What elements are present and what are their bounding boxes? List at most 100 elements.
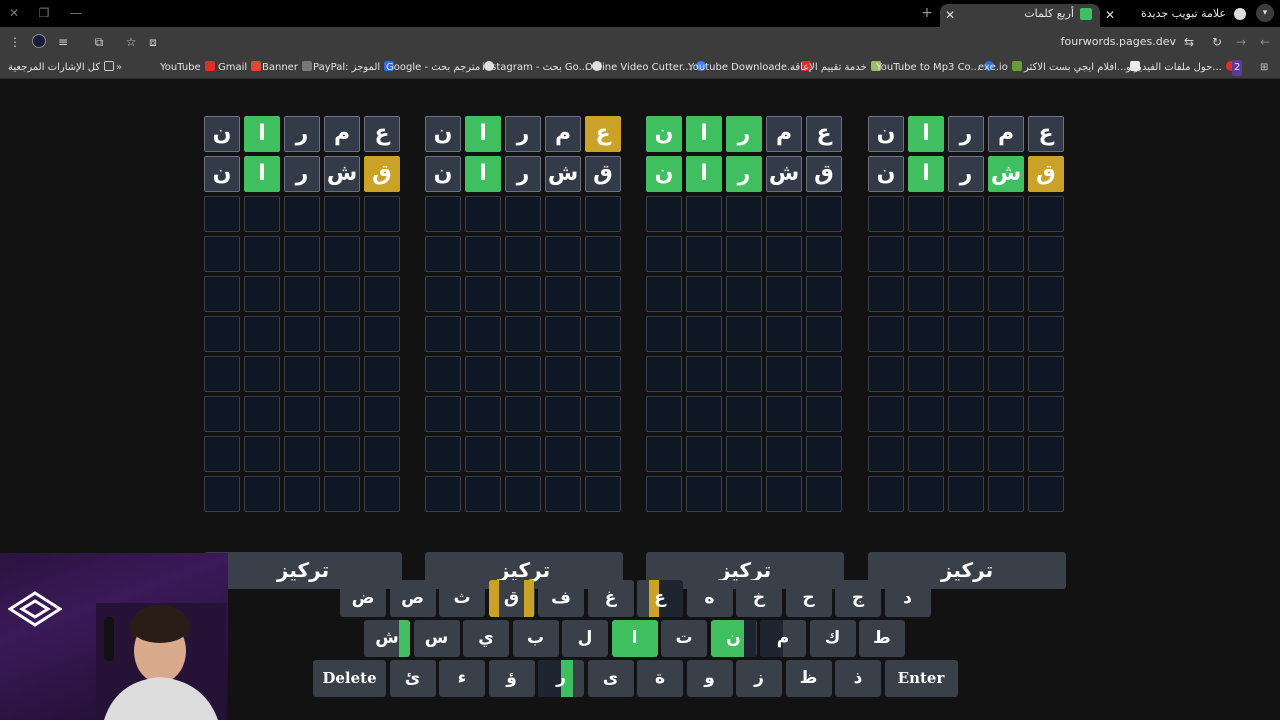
guess-row	[425, 356, 623, 392]
letter-key[interactable]: ا	[611, 620, 658, 657]
letter-key[interactable]: ر	[538, 660, 584, 697]
letter-cell	[948, 236, 984, 272]
guess-row: نارمع	[425, 116, 623, 152]
key-status-segment	[743, 620, 757, 657]
letter-key[interactable]: ؤ	[488, 660, 535, 697]
close-tab-icon[interactable]: ✕	[1102, 5, 1118, 23]
letter-cell	[646, 476, 682, 512]
tab-new-tab[interactable]: ✕ علامة تبويب جديدة	[1102, 4, 1252, 27]
restore-window-icon[interactable]: ❐	[34, 4, 54, 22]
letter-cell	[766, 436, 802, 472]
forward-icon[interactable]: →	[1232, 33, 1250, 51]
media-controls-icon[interactable]: ≡	[54, 33, 72, 51]
letter-key[interactable]: ش	[364, 620, 410, 657]
letter-cell	[948, 276, 984, 312]
letter-key[interactable]: ة	[637, 660, 683, 697]
letter-cell	[585, 356, 621, 392]
key-label: Enter	[897, 669, 945, 687]
letter-key[interactable]: ئ	[389, 660, 436, 697]
minimize-window-icon[interactable]: —	[66, 4, 86, 22]
letter-key[interactable]: غ	[587, 580, 634, 617]
letter-key[interactable]: ت	[661, 620, 707, 657]
letter-cell	[204, 276, 240, 312]
bookmark-egybest[interactable]: افلام ايجي بست الاكثر...	[1024, 60, 1141, 76]
letter-key[interactable]: م	[760, 620, 806, 657]
bookmark-mp3[interactable]: YouTube to Mp3 Co...	[876, 60, 995, 76]
profile-avatar[interactable]	[32, 34, 46, 48]
letter-cell	[806, 196, 842, 232]
letter-cell	[244, 436, 280, 472]
letter-cell	[204, 196, 240, 232]
back-icon[interactable]: ←	[1256, 33, 1274, 51]
letter-cell	[324, 316, 360, 352]
bookmark-banner[interactable]: Banner	[262, 60, 312, 76]
letter-key[interactable]: ث	[439, 580, 485, 617]
key-label: ي	[478, 628, 494, 648]
close-tab-icon[interactable]: ✕	[942, 5, 958, 23]
letter-key[interactable]: ع	[637, 580, 683, 617]
letter-key[interactable]: ق	[488, 580, 535, 617]
bookmark-star-icon[interactable]: ☆	[122, 33, 140, 51]
address-bar[interactable]: fourwords.pages.dev	[1040, 31, 1176, 53]
extensions-icon[interactable]: ⧉	[90, 33, 108, 51]
letter-cell: ا	[244, 156, 280, 192]
key-label: ج	[851, 588, 865, 608]
letter-cell	[545, 236, 581, 272]
key-label: ت	[675, 628, 693, 648]
letter-key[interactable]: ص	[389, 580, 436, 617]
bookmark-gmail[interactable]: Gmail	[218, 60, 262, 76]
letter-key[interactable]: ظ	[785, 660, 832, 697]
letter-key[interactable]: ي	[463, 620, 509, 657]
key-label: م	[776, 628, 790, 648]
reload-icon[interactable]: ↻	[1208, 33, 1226, 51]
letter-key[interactable]: ح	[785, 580, 832, 617]
letter-cell	[908, 196, 944, 232]
tab-four-words[interactable]: ✕ أربع كلمات	[940, 4, 1100, 27]
menu-icon[interactable]: ⋮	[6, 33, 24, 51]
letter-key[interactable]: ى	[587, 660, 634, 697]
letter-key[interactable]: ط	[859, 620, 905, 657]
more-bookmarks-button[interactable]: »	[116, 60, 122, 76]
guess-row	[425, 436, 623, 472]
letter-cell	[1028, 476, 1064, 512]
letter-key[interactable]: ذ	[835, 660, 881, 697]
bookmark-disability[interactable]: خدمة تقييم الإعاقة	[790, 60, 881, 76]
letter-key[interactable]: ء	[439, 660, 485, 697]
letter-key[interactable]: ب	[512, 620, 559, 657]
close-window-icon[interactable]: ✕	[4, 4, 24, 22]
tab-search-icon[interactable]: ▾	[1256, 4, 1274, 22]
page-info-icon[interactable]: ⧈	[144, 33, 162, 51]
apps-grid-icon[interactable]: ⊞	[1260, 60, 1268, 76]
enter-key[interactable]: Enter	[884, 660, 958, 697]
letter-cell	[465, 436, 501, 472]
letter-key[interactable]: ز	[736, 660, 782, 697]
bookmark-google-translate[interactable]: Google - مترجم بحث	[386, 60, 495, 76]
letter-cell	[686, 356, 722, 392]
letter-key[interactable]: ك	[809, 620, 856, 657]
bookmark-exe[interactable]: exe.io	[978, 60, 1022, 76]
bookmark-2[interactable]: 2	[1232, 60, 1243, 76]
letter-cell	[1028, 316, 1064, 352]
letter-cell	[686, 476, 722, 512]
bookmark-paypal[interactable]: PayPal: الموجز	[313, 60, 395, 76]
letter-key[interactable]: ف	[538, 580, 584, 617]
bookmark-convert[interactable]: حول ملفات الفيديو و...	[1126, 60, 1236, 76]
key-label: ط	[873, 628, 891, 648]
letter-key[interactable]: ه	[686, 580, 733, 617]
letter-key[interactable]: ض	[340, 580, 386, 617]
letter-key[interactable]: ل	[562, 620, 608, 657]
bookmark-youtube[interactable]: YouTube	[160, 60, 215, 76]
letter-cell	[806, 316, 842, 352]
letter-key[interactable]: خ	[736, 580, 782, 617]
site-settings-icon[interactable]: ⇆	[1180, 33, 1198, 51]
bookmark-all[interactable]: كل الإشارات المرجعية	[8, 60, 115, 76]
letter-key[interactable]: ج	[835, 580, 881, 617]
letter-key[interactable]: د	[884, 580, 931, 617]
new-tab-button[interactable]: +	[918, 4, 936, 22]
letter-cell	[908, 396, 944, 432]
letter-key[interactable]: و	[686, 660, 733, 697]
delete-key[interactable]: Delete	[313, 660, 386, 697]
letter-cell	[244, 476, 280, 512]
letter-key[interactable]: س	[413, 620, 460, 657]
letter-key[interactable]: ن	[710, 620, 757, 657]
